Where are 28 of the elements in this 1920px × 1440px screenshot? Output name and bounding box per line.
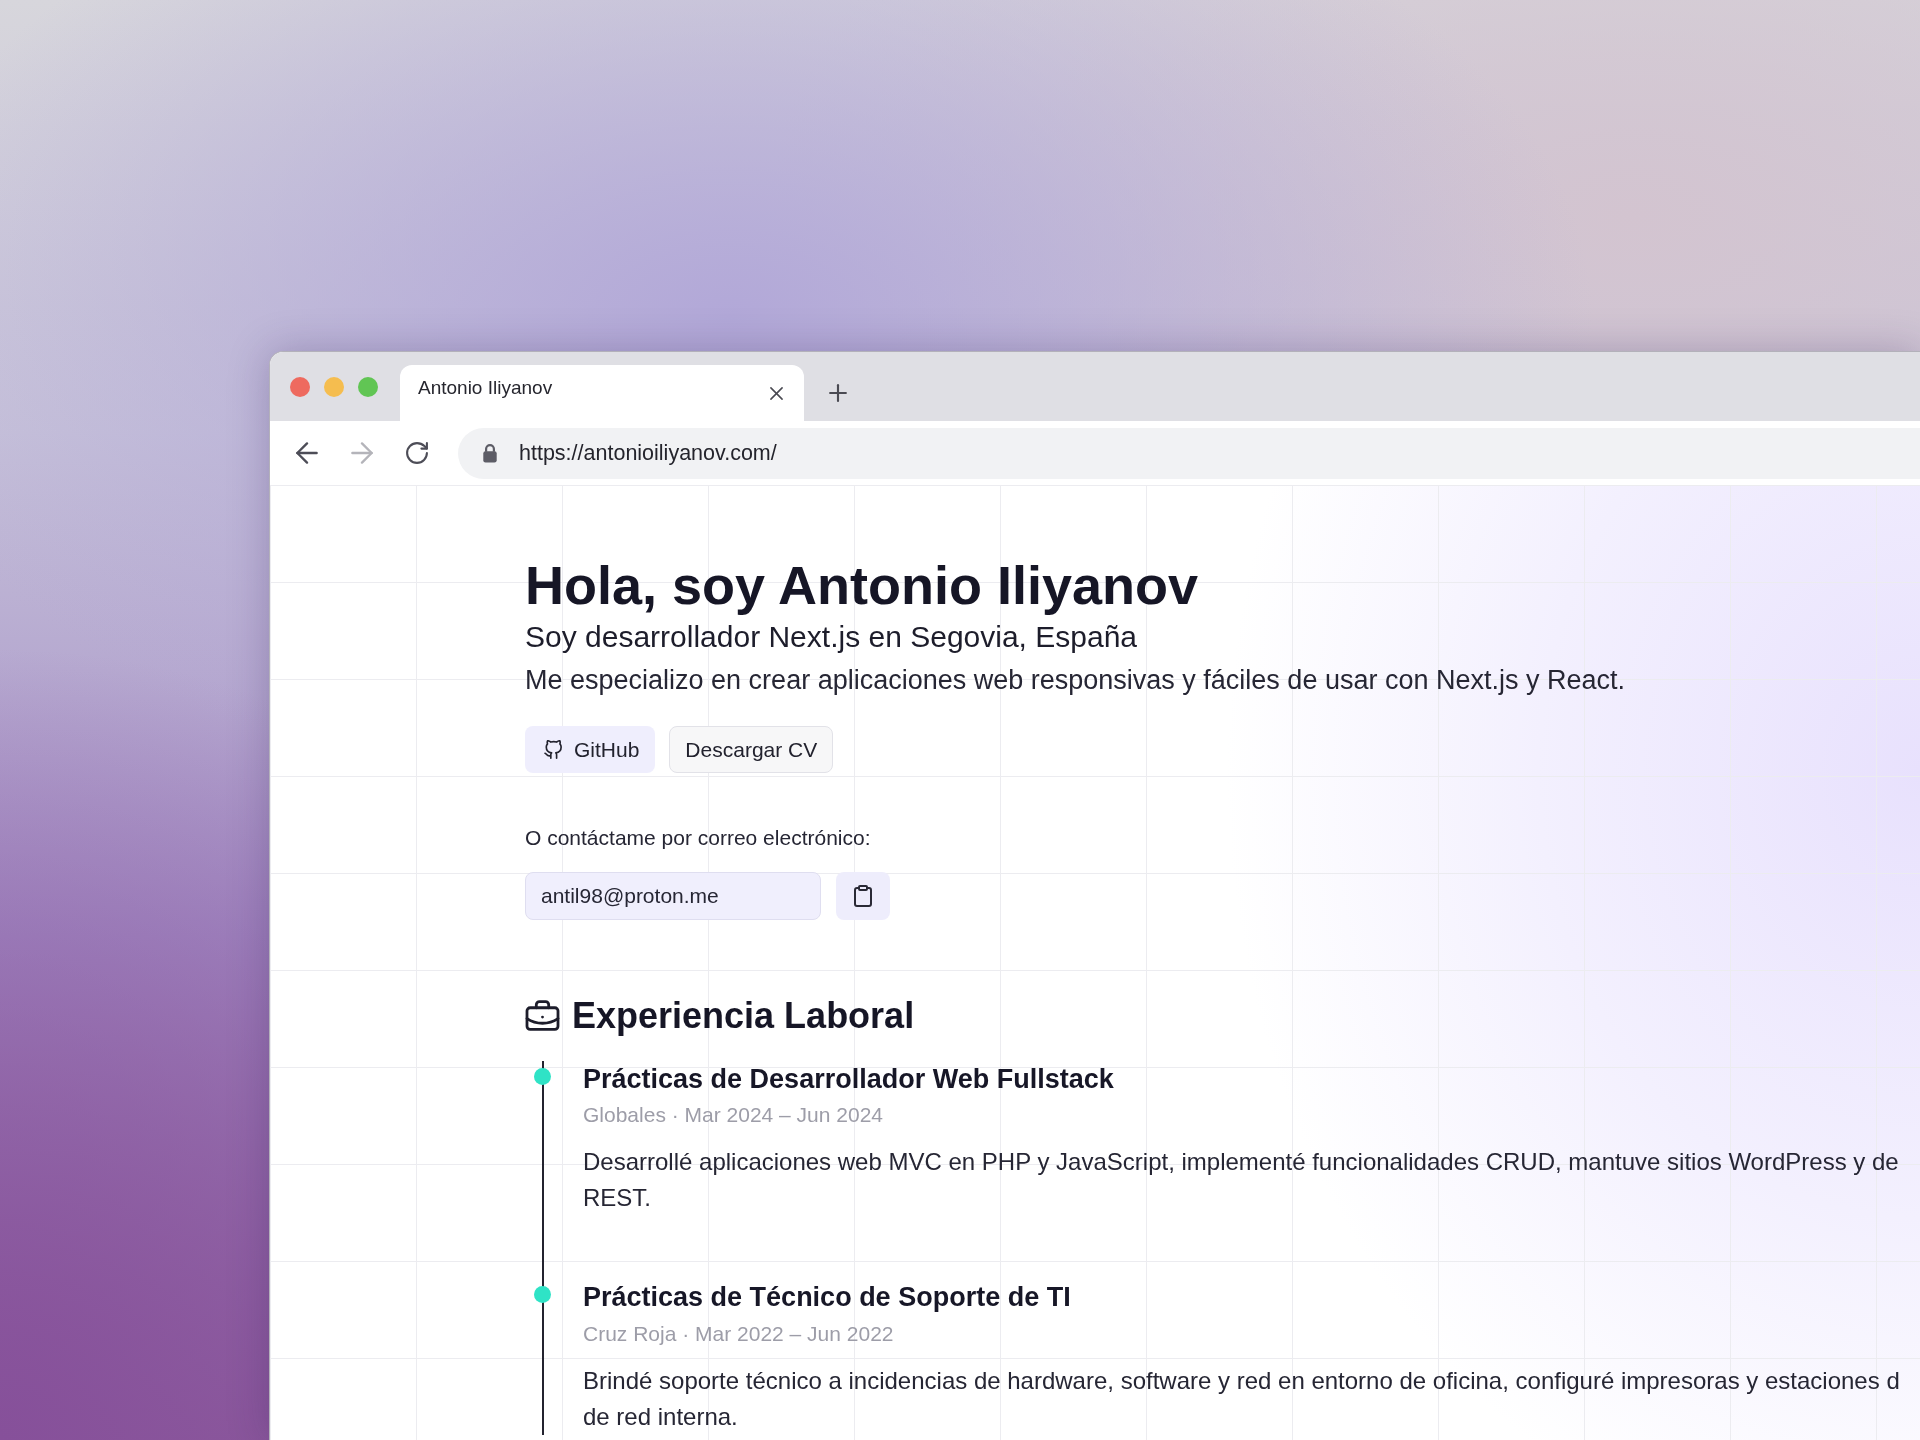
- job-meta: Cruz Roja · Mar 2022 – Jun 2022: [583, 1320, 895, 1346]
- lock-icon: [482, 443, 498, 463]
- back-button[interactable]: [296, 442, 318, 464]
- job-description: Desarrollé aplicaciones web MVC en PHP y JavaScript, implementé funcionalidades CRUD, mantuve sitios WordPress y de REST.: [583, 1147, 1900, 1214]
- download-cv-button[interactable]: Descargar CV: [669, 726, 834, 774]
- right-arrow-icon: [351, 442, 373, 464]
- github-logo-icon: [544, 740, 563, 760]
- clipboard-icon: [854, 884, 872, 907]
- reload-button[interactable]: [406, 442, 428, 464]
- reload-icon: [406, 442, 428, 464]
- browser-tab[interactable]: Antonio Iliyanov: [400, 365, 804, 421]
- briefcase-icon: [525, 999, 560, 1031]
- email-field[interactable]: antil98@proton.me: [525, 871, 821, 920]
- close-icon: [770, 386, 783, 400]
- address-bar[interactable]: https://antonioiliyanov.com/: [458, 427, 1920, 479]
- new-tab-button[interactable]: [829, 384, 847, 402]
- close-tab-button[interactable]: [770, 386, 783, 400]
- intro-text: Me especializo en crear aplicaciones web responsivas y fáciles de usar con Next.js y React.: [525, 664, 1625, 697]
- job-meta: Globales · Mar 2024 – Jun 2024: [583, 1102, 885, 1128]
- section-heading: Experiencia Laboral: [572, 993, 915, 1037]
- job-description: Brindé soporte técnico a incidencias de hardware, software y red en entorno de oficina, configuré impresoras y estaciones d de red interna.: [583, 1365, 1900, 1432]
- contact-label: O contáctame por correo electrónico:: [525, 825, 871, 851]
- copy-button[interactable]: [836, 871, 890, 920]
- subtitle: Soy desarrollador Next.js en Segovia, España: [525, 619, 1137, 655]
- job-title: Prácticas de Técnico de Soporte de TI: [583, 1281, 1072, 1314]
- job-title: Prácticas de Desarrollador Web Fullstack: [583, 1062, 1115, 1096]
- github-button[interactable]: GitHub: [525, 726, 656, 774]
- plus-icon: [829, 384, 847, 402]
